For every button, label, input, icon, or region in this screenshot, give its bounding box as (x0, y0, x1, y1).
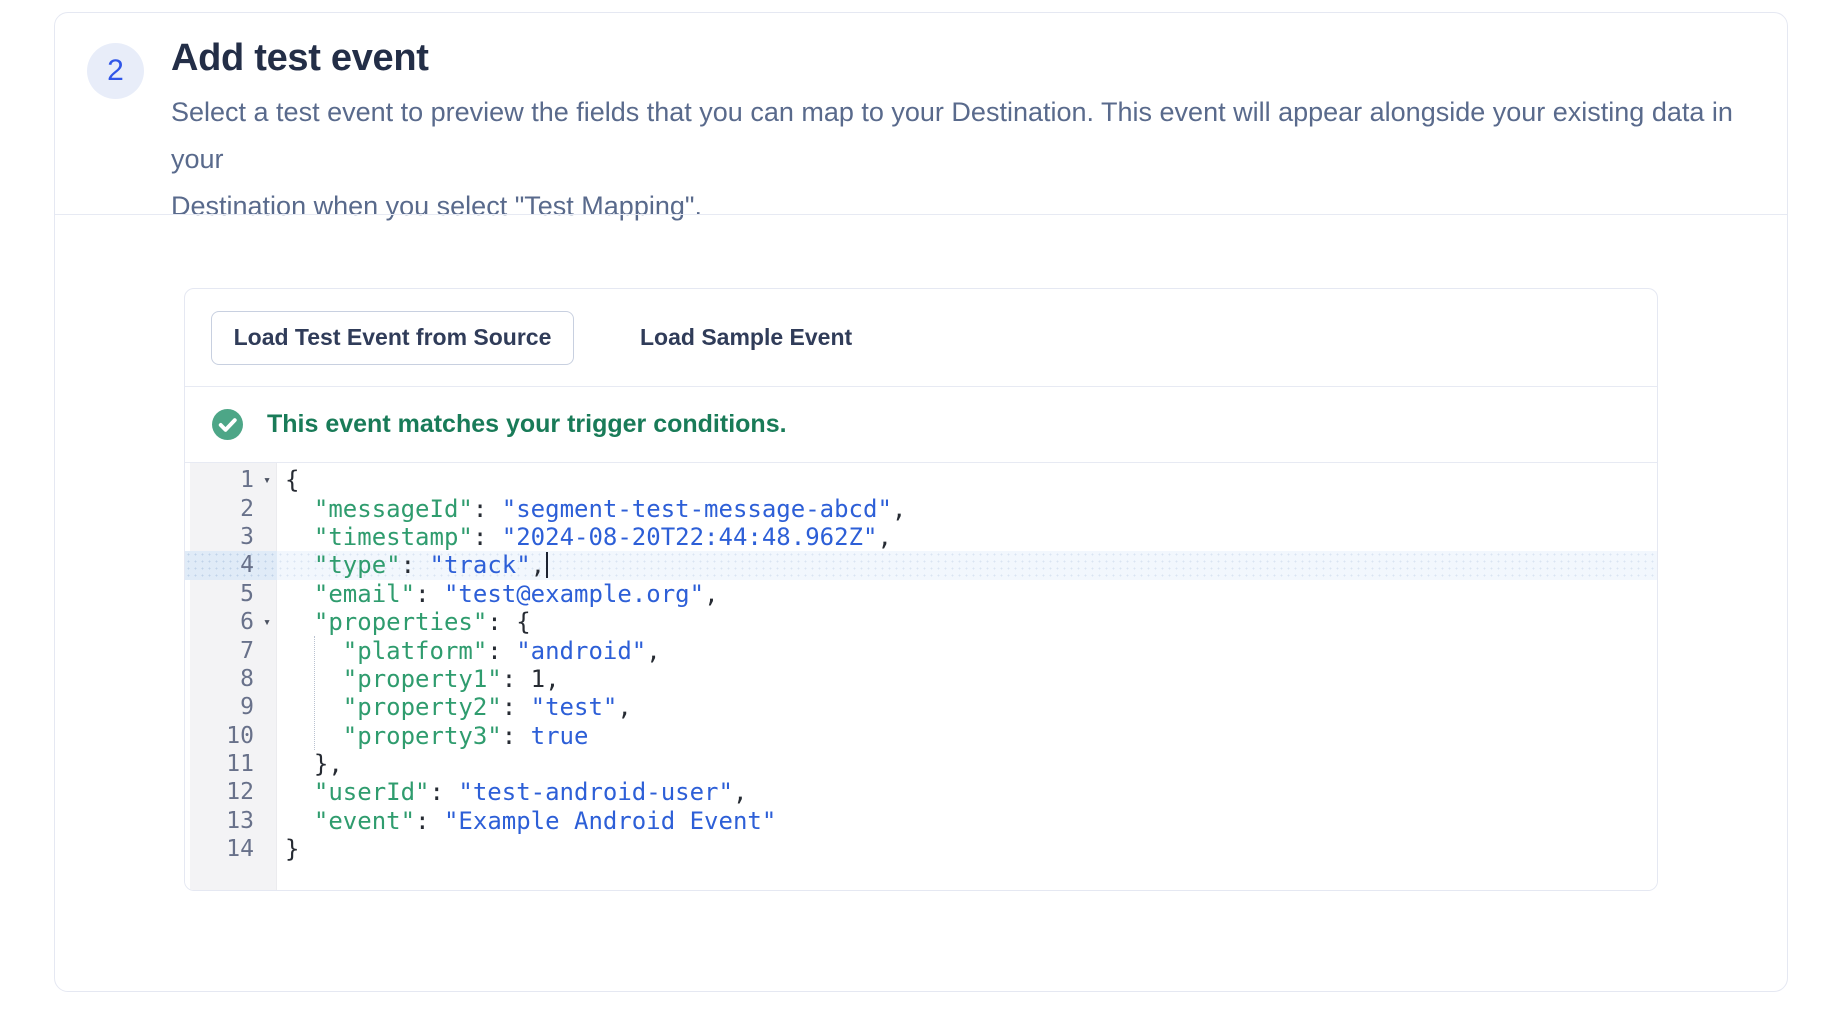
code-line[interactable]: 3 "timestamp": "2024-08-20T22:44:48.962Z… (185, 523, 1657, 551)
event-source-toolbar: Load Test Event from Source Load Sample … (185, 289, 1657, 387)
code-line[interactable]: 8 "property1": 1, (185, 665, 1657, 693)
code-text[interactable]: "event": "Example Android Event" (277, 807, 1657, 835)
code-text[interactable]: "property1": 1, (277, 665, 1657, 693)
code-text[interactable]: "messageId": "segment-test-message-abcd"… (277, 494, 1657, 522)
code-editor[interactable]: 1▾{2 "messageId": "segment-test-message-… (185, 463, 1657, 891)
gutter-cell: 13 (185, 807, 277, 835)
gutter-cell: 10 (185, 722, 277, 750)
code-line[interactable]: 14} (185, 835, 1657, 863)
indent-guide (314, 636, 315, 750)
code-text[interactable]: "type": "track", (277, 551, 1657, 579)
code-line[interactable]: 2 "messageId": "segment-test-message-abc… (185, 494, 1657, 522)
add-test-event-card: 2 Add test event Select a test event to … (54, 12, 1788, 992)
code-line[interactable]: 7 "platform": "android", (185, 636, 1657, 664)
code-line[interactable]: 10 "property3": true (185, 722, 1657, 750)
text-cursor (546, 552, 548, 578)
gutter-cell: 12 (185, 778, 277, 806)
code-line[interactable]: 4 "type": "track", (185, 551, 1657, 579)
code-text[interactable]: "properties": { (277, 608, 1657, 636)
gutter-cell: 2 (185, 494, 277, 522)
step-description-line2: Destination when you select "Test Mappin… (171, 183, 1771, 230)
gutter-cell: 1▾ (185, 466, 277, 494)
gutter-cell: 8 (185, 665, 277, 693)
trigger-match-status: This event matches your trigger conditio… (185, 387, 1657, 463)
page-title: Add test event (171, 37, 429, 80)
line-number: 9 (190, 694, 254, 720)
step-description: Select a test event to preview the field… (171, 89, 1771, 230)
line-number: 7 (190, 638, 254, 664)
gutter-cell: 4 (185, 551, 277, 579)
test-event-panel: Load Test Event from Source Load Sample … (184, 288, 1658, 891)
code-line[interactable]: 1▾{ (185, 466, 1657, 494)
code-text[interactable]: "property3": true (277, 722, 1657, 750)
code-line[interactable]: 13 "event": "Example Android Event" (185, 807, 1657, 835)
line-number: 8 (190, 666, 254, 692)
code-text[interactable]: }, (277, 750, 1657, 778)
load-test-event-button[interactable]: Load Test Event from Source (211, 311, 574, 365)
gutter-cell: 9 (185, 693, 277, 721)
line-number: 10 (190, 723, 254, 749)
gutter-cell: 7 (185, 636, 277, 664)
line-number: 11 (190, 751, 254, 777)
code-lines: 1▾{2 "messageId": "segment-test-message-… (185, 463, 1657, 863)
header-divider (55, 214, 1787, 215)
line-number: 1 (190, 467, 254, 493)
line-number: 6 (190, 609, 254, 635)
code-line[interactable]: 12 "userId": "test-android-user", (185, 778, 1657, 806)
fold-arrow-icon[interactable]: ▾ (254, 615, 271, 630)
gutter-cell: 3 (185, 523, 277, 551)
line-number: 13 (190, 808, 254, 834)
check-circle-icon (212, 409, 243, 440)
gutter-cell: 6▾ (185, 608, 277, 636)
gutter-cell: 11 (185, 750, 277, 778)
load-sample-event-button[interactable]: Load Sample Event (622, 310, 870, 365)
line-number: 3 (190, 524, 254, 550)
code-line[interactable]: 6▾ "properties": { (185, 608, 1657, 636)
code-line[interactable]: 9 "property2": "test", (185, 693, 1657, 721)
code-text[interactable]: "userId": "test-android-user", (277, 778, 1657, 806)
code-text[interactable]: "email": "test@example.org", (277, 580, 1657, 608)
step-number-badge: 2 (87, 43, 144, 99)
line-number: 5 (190, 581, 254, 607)
gutter-cell: 14 (185, 835, 277, 863)
line-number: 4 (190, 552, 254, 578)
code-text[interactable]: "platform": "android", (277, 636, 1657, 664)
code-line[interactable]: 5 "email": "test@example.org", (185, 580, 1657, 608)
trigger-match-message: This event matches your trigger conditio… (267, 410, 787, 439)
gutter-cell: 5 (185, 580, 277, 608)
line-number: 2 (190, 496, 254, 522)
code-text[interactable]: } (277, 835, 1657, 863)
code-text[interactable]: "timestamp": "2024-08-20T22:44:48.962Z", (277, 523, 1657, 551)
line-number: 14 (190, 836, 254, 862)
code-text[interactable]: { (277, 466, 1657, 494)
step-description-line1: Select a test event to preview the field… (171, 89, 1771, 183)
code-line[interactable]: 11 }, (185, 750, 1657, 778)
line-number: 12 (190, 779, 254, 805)
fold-arrow-icon[interactable]: ▾ (254, 473, 271, 488)
step-number: 2 (107, 54, 124, 88)
code-text[interactable]: "property2": "test", (277, 693, 1657, 721)
